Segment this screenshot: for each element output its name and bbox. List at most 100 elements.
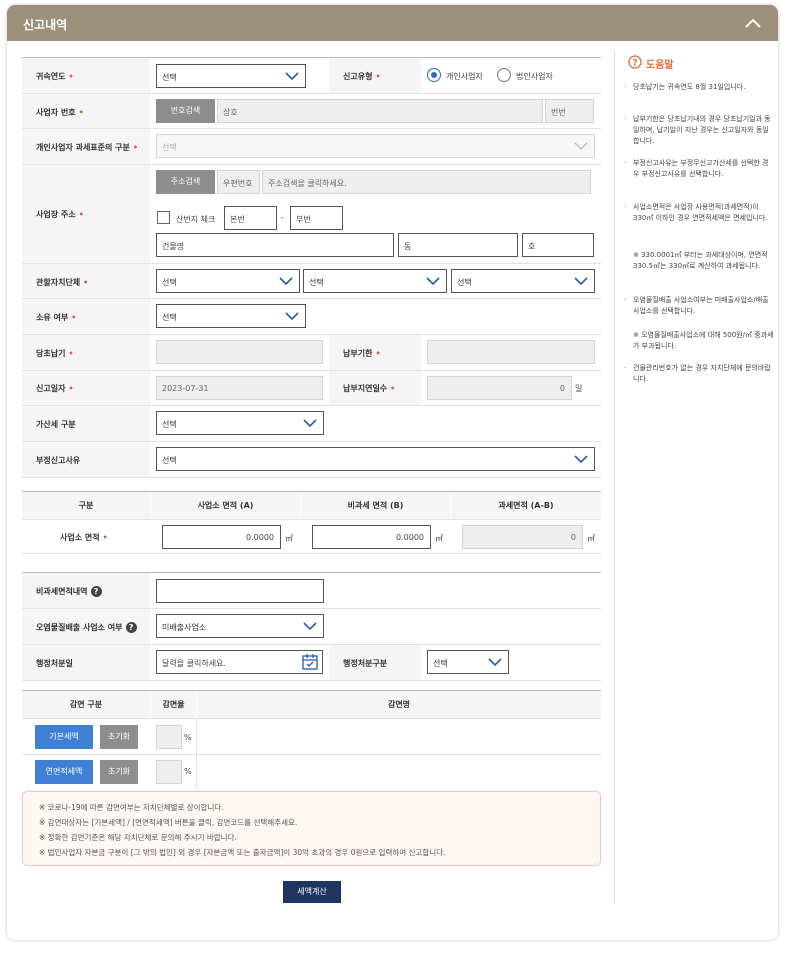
chevron-down-icon xyxy=(426,277,440,286)
late-days-unit: 일 xyxy=(575,384,583,393)
help-item: ※ 오염물질배출사업소에 대해 500원/㎡ 중과세가 부과됩니다. xyxy=(633,331,774,350)
area-rate-field xyxy=(156,760,182,784)
panel-header: 신고내역 xyxy=(7,5,778,41)
reduction-header-category: 감면 구분 xyxy=(22,691,150,718)
help-item: 오염물질배출 사업소여부는 미배출사업소/배출사업소를 선택합니다. xyxy=(624,295,774,317)
local-gov-select-3[interactable]: 선택 xyxy=(451,269,595,293)
area-header-nontax: 비과세 면적 (B) xyxy=(301,492,450,519)
help-item: 사업소면적은 사업장 사용면적(과세면적)이 330㎡ 이하인 경우 연면적세액… xyxy=(624,202,774,224)
reduction-header-name: 감면명 xyxy=(197,691,601,718)
report-type-label: 신고유형 • xyxy=(343,72,381,81)
improper-reason-label: 부정신고사유 xyxy=(36,456,81,465)
notice-line: ※ 정확한 감면기준은 해당 자치단체로 문의해 주시기 바랍니다. xyxy=(39,833,237,842)
trade-name-field: 상호 xyxy=(217,99,543,123)
radio-corporate[interactable] xyxy=(497,68,511,82)
area-row-label: 사업소 면적 • xyxy=(60,533,108,542)
chevron-down-icon xyxy=(285,312,299,321)
biz-number-label: 사업자 번호 • xyxy=(36,108,84,117)
nontax-area-input[interactable]: 0.0000 xyxy=(312,525,431,549)
admin-type-label: 행정처분구분 xyxy=(343,659,388,668)
reset-area-button[interactable]: 초기화 xyxy=(100,760,138,784)
radio-corporate-label: 법인사업자 xyxy=(516,72,553,81)
help-divider xyxy=(614,52,615,904)
dong-input[interactable]: 동 xyxy=(398,233,518,257)
admin-type-select[interactable]: 선택 xyxy=(427,650,509,674)
chevron-down-icon xyxy=(303,622,317,631)
industry-select[interactable]: 선택 xyxy=(156,134,595,158)
polluter-select[interactable]: 미배출사업소 xyxy=(156,614,324,638)
sub-number-input[interactable]: 부번 xyxy=(290,206,343,230)
ownership-select[interactable]: 선택 xyxy=(156,304,306,328)
taxable-area-field: 0 xyxy=(462,525,583,549)
penalty-type-select[interactable]: 선택 xyxy=(156,411,324,435)
address-search-button[interactable]: 주소검색 xyxy=(156,170,215,194)
panel-title: 신고내역 xyxy=(23,18,68,32)
report-date-field: 2023-07-31 xyxy=(156,376,323,400)
basic-tax-button[interactable]: 기본세액 xyxy=(35,725,93,749)
help-icon[interactable]: ? xyxy=(90,586,102,597)
notice-line: ※ 법인사업자 자본금 구분이 [그 밖의 법인] 외 경우 [자본금액 또는 … xyxy=(39,848,446,857)
tax-year-label: 귀속연도 • xyxy=(36,72,74,81)
help-item: 부정신고사유는 부정무신고가산세를 선택한 경우 부정신고사유를 선택합니다. xyxy=(624,158,774,180)
chevron-down-icon xyxy=(303,419,317,428)
notice-box: ※ 코로나-19에 따른 감면여부는 자치단체별로 상이합니다. ※ 감면대상자… xyxy=(22,791,601,866)
due-date-label: 납부기한 • xyxy=(343,349,381,358)
notice-line: ※ 감면대상자는 [기본세액] / [연면적세액] 버튼을 클릭, 감면코드를 … xyxy=(39,818,298,827)
biz-number-field: 번번 xyxy=(545,99,594,123)
chevron-down-icon xyxy=(285,72,299,81)
help-item: 건물관리번호가 없는 경우 자치단체에 문의바랍니다. xyxy=(624,363,774,385)
mountain-checkbox[interactable] xyxy=(157,211,170,224)
local-gov-label: 관할자치단체 • xyxy=(36,278,89,287)
chevron-up-icon xyxy=(745,18,761,28)
reduction-header-rate: 감면율 xyxy=(151,691,196,718)
late-days-label: 납부지연일수 • xyxy=(343,384,396,393)
local-gov-select-1[interactable]: 선택 xyxy=(156,269,300,293)
address-field: 주소검색을 클릭하세요. xyxy=(262,170,591,194)
main-number-input[interactable]: 본번 xyxy=(224,206,277,230)
chevron-down-icon xyxy=(574,277,588,286)
basic-rate-unit: % xyxy=(184,733,192,742)
ho-input[interactable]: 호 xyxy=(522,233,594,257)
calendar-icon[interactable] xyxy=(301,653,319,673)
chevron-down-icon xyxy=(279,277,293,286)
admin-date-label: 행정처분일 xyxy=(36,659,73,668)
biz-search-button[interactable]: 번호검색 xyxy=(156,99,215,123)
ownership-label: 소유 여부 • xyxy=(36,313,77,322)
biz-area-input[interactable]: 0.0000 xyxy=(162,525,281,549)
radio-individual[interactable] xyxy=(427,68,441,82)
help-item: ※ 330.0001㎡ 부터는 과세대상이며, 연면적 330.5㎡는 330㎡… xyxy=(633,251,768,270)
collapse-button[interactable] xyxy=(742,14,764,32)
penalty-type-label: 가산세 구분 xyxy=(36,420,76,429)
nontax-detail-input[interactable] xyxy=(156,579,324,603)
chevron-down-icon xyxy=(574,142,588,150)
nontax-detail-label: 비과세면적내역? xyxy=(36,586,102,597)
area-header-category: 구분 xyxy=(22,492,150,519)
basic-rate-field xyxy=(156,725,182,749)
biz-area-unit: ㎡ xyxy=(285,534,293,543)
area-header-taxable: 과세면적 (A-B) xyxy=(451,492,601,519)
original-due-field xyxy=(156,340,323,364)
tax-year-select[interactable]: 선택 xyxy=(156,64,306,88)
chevron-down-icon xyxy=(488,658,502,667)
polluter-label: 오염물질배출 사업소 여부? xyxy=(36,622,137,633)
area-header-biz: 사업소 면적 (A) xyxy=(151,492,300,519)
help-title: 도움말 xyxy=(646,60,674,71)
nontax-area-unit: ㎡ xyxy=(435,534,443,543)
radio-individual-label: 개인사업자 xyxy=(446,72,483,81)
area-rate-unit: % xyxy=(184,767,192,776)
building-input[interactable]: 건물명 xyxy=(156,233,394,257)
admin-date-input[interactable]: 달력을 클릭하세요. xyxy=(156,650,323,674)
local-gov-select-2[interactable]: 선택 xyxy=(303,269,447,293)
reset-basic-button[interactable]: 초기화 xyxy=(100,725,138,749)
area-tax-button[interactable]: 연면적세액 xyxy=(35,760,93,784)
improper-reason-select[interactable]: 선택 xyxy=(156,447,595,471)
help-item: 당초납기는 귀속연도 8월 31일입니다. xyxy=(624,82,774,93)
svg-text:?: ? xyxy=(632,59,637,69)
industry-label: 개인사업자 과세표준의 구분 • xyxy=(36,143,139,152)
notice-line: ※ 코로나-19에 따른 감면여부는 자치단체별로 상이합니다. xyxy=(39,803,224,812)
help-icon[interactable]: ? xyxy=(125,622,137,633)
calculate-tax-button[interactable]: 세액계산 xyxy=(283,881,341,903)
help-circle-icon: ? xyxy=(628,55,642,71)
zip-field: 우편번호 xyxy=(217,170,260,194)
address-label: 사업장 주소 • xyxy=(36,210,84,219)
